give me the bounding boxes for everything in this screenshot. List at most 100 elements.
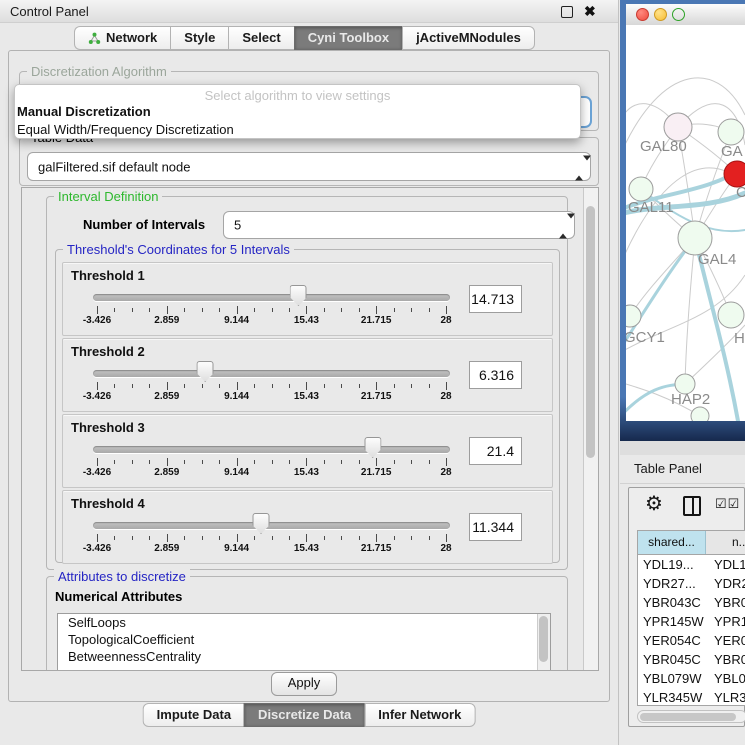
list-scrollbar[interactable] — [537, 614, 550, 671]
float-window-icon[interactable] — [561, 6, 573, 18]
settings-scroll-viewport: Interval Definition Number of Intervals … — [21, 187, 599, 671]
slider-thumb[interactable] — [197, 361, 214, 382]
network-node[interactable] — [691, 407, 709, 421]
threshold-value-field[interactable]: 21.4 — [469, 437, 522, 465]
threshold-value-field[interactable]: 6.316 — [469, 361, 522, 389]
table-row[interactable]: YDR27...YDR2... — [638, 574, 745, 593]
tab-infer-network[interactable]: Infer Network — [364, 703, 475, 727]
tab-label: Infer Network — [378, 704, 461, 726]
threshold-value-field[interactable]: 14.713 — [469, 285, 522, 313]
threshold-panel: Threshold 2 -3.4262.8599.14415.4321.7152… — [62, 338, 553, 412]
slider-tick-labels: -3.4262.8599.14415.4321.71528 — [97, 467, 446, 479]
network-node-label: GCY1 — [626, 329, 665, 346]
settings-scrollbar[interactable] — [583, 188, 598, 670]
control-panel-window: Control Panel ✖ Network Style Select Cyn… — [0, 0, 619, 745]
interval-definition-group: Interval Definition Number of Intervals … — [46, 196, 568, 570]
table-row[interactable]: YPR145WYPR1... — [638, 612, 745, 631]
scrollbar-thumb[interactable] — [539, 616, 548, 662]
tab-label: Select — [242, 27, 280, 49]
slider-tick-labels: -3.4262.8599.14415.4321.71528 — [97, 391, 446, 403]
scrollbar-thumb[interactable] — [640, 713, 736, 721]
tab-label: Discretize Data — [258, 704, 351, 726]
network-view-window: GAL80GACGAL11GAL4GCY1HHAP2 — [620, 0, 745, 441]
list-item[interactable]: BetweennessCentrality — [58, 648, 550, 665]
stepper-icon — [575, 160, 584, 173]
network-node-label: GAL11 — [628, 199, 674, 216]
close-traffic-light-icon[interactable] — [636, 8, 649, 21]
number-of-intervals-select[interactable]: 5 — [223, 211, 575, 239]
scrollbar-thumb[interactable] — [586, 206, 595, 458]
dropdown-option-manual-discretization[interactable]: Manual Discretization — [15, 103, 580, 121]
slider-ruler — [97, 458, 446, 466]
network-canvas-svg[interactable]: GAL80GACGAL11GAL4GCY1HHAP2 — [626, 25, 745, 421]
stepper-icon — [559, 219, 568, 232]
column-header-name[interactable]: n... — [706, 531, 745, 554]
tab-cyni-toolbox[interactable]: Cyni Toolbox — [294, 26, 402, 50]
table-toolbar: ⚙ ☑☑ — [629, 488, 744, 520]
table-panel-title: Table Panel — [634, 461, 702, 476]
network-node[interactable] — [626, 305, 641, 327]
network-node-label: GA — [721, 143, 743, 160]
network-node-label: C — [736, 184, 745, 201]
number-of-intervals-label: Number of Intervals — [83, 217, 205, 232]
gear-icon[interactable]: ⚙ — [645, 491, 663, 516]
columns-icon[interactable] — [683, 496, 701, 516]
zoom-traffic-light-icon[interactable] — [672, 8, 685, 21]
slider-tick-labels: -3.4262.8599.14415.4321.71528 — [97, 315, 446, 327]
slider-thumb[interactable] — [290, 285, 307, 306]
tab-impute-data[interactable]: Impute Data — [143, 703, 244, 727]
threshold-panel: Threshold 1 -3.4262.8599.14415.4321.7152… — [62, 262, 553, 336]
slider-ruler — [97, 534, 446, 542]
tab-style[interactable]: Style — [170, 26, 228, 50]
plugin-tab-bar: Network Style Select Cyni Toolbox jActiv… — [74, 26, 535, 50]
show-columns-checkboxes-icon[interactable]: ☑☑ — [715, 496, 740, 512]
tab-label: Impute Data — [157, 704, 231, 726]
tab-jactivemnodules[interactable]: jActiveMNodules — [402, 26, 535, 50]
table-row[interactable]: YBL079WYBL0... — [638, 669, 745, 688]
table-row[interactable]: YER054CYER0... — [638, 631, 745, 650]
network-node[interactable] — [718, 119, 744, 145]
network-node[interactable] — [664, 113, 692, 141]
threshold-panel: Threshold 3 -3.4262.8599.14415.4321.7152… — [62, 414, 553, 488]
network-node-label: HAP2 — [671, 391, 710, 408]
table-row[interactable]: YBR043CYBR0... — [638, 593, 745, 612]
table-data-select[interactable]: galFiltered.sif default node — [27, 152, 591, 181]
group-title: Discretization Algorithm — [27, 64, 171, 79]
window-title: Control Panel — [10, 4, 89, 19]
tab-network[interactable]: Network — [74, 26, 170, 50]
slider-thumb[interactable] — [253, 513, 270, 534]
minimize-traffic-light-icon[interactable] — [654, 8, 667, 21]
slider-thumb[interactable] — [364, 437, 381, 458]
slider-ruler — [97, 382, 446, 390]
group-title: Threshold's Coordinates for 5 Intervals — [63, 242, 294, 257]
network-node[interactable] — [678, 221, 712, 255]
node-table[interactable]: shared... n... YDL19...YDL1...YDR27...YD… — [637, 530, 745, 706]
network-node[interactable] — [629, 177, 653, 201]
cyni-toolbox-panel: Discretization Algorithm Select algorith… — [8, 50, 610, 702]
apply-button[interactable]: Apply — [271, 672, 337, 696]
tab-select[interactable]: Select — [228, 26, 293, 50]
slider-scale: -3.4262.8599.14415.4321.71528 — [97, 415, 446, 487]
tab-label: jActiveMNodules — [416, 27, 521, 49]
table-horizontal-scrollbar[interactable] — [637, 710, 745, 723]
list-item[interactable]: SelfLoops — [58, 614, 550, 631]
table-row[interactable]: YBR045CYBR0... — [638, 650, 745, 669]
dropdown-option-equal-width-frequency[interactable]: Equal Width/Frequency Discretization — [15, 121, 580, 139]
close-icon[interactable]: ✖ — [584, 3, 596, 19]
control-panel-titlebar: Control Panel ✖ — [0, 0, 618, 23]
thresholds-group: Threshold's Coordinates for 5 Intervals … — [55, 249, 560, 563]
network-node[interactable] — [718, 302, 744, 328]
table-row[interactable]: YDL19...YDL1... — [638, 555, 745, 574]
table-row[interactable]: YLR345WYLR3... — [638, 688, 745, 706]
attribute-list[interactable]: SelfLoopsTopologicalCoefficientBetweenne… — [57, 613, 551, 671]
threshold-value-field[interactable]: 11.344 — [469, 513, 522, 541]
table-data-group: Table Data galFiltered.sif default node — [19, 137, 599, 186]
threshold-panel: Threshold 4 -3.4262.8599.14415.4321.7152… — [62, 490, 553, 564]
group-title: Interval Definition — [54, 189, 162, 204]
tab-discretize-data[interactable]: Discretize Data — [244, 703, 364, 727]
network-node-label: H — [734, 330, 745, 347]
network-canvas[interactable]: GAL80GACGAL11GAL4GCY1HHAP2 — [626, 25, 745, 421]
column-header-shared-name[interactable]: shared... — [638, 531, 706, 554]
list-item[interactable]: TopologicalCoefficient — [58, 631, 550, 648]
tab-label: Style — [184, 27, 215, 49]
